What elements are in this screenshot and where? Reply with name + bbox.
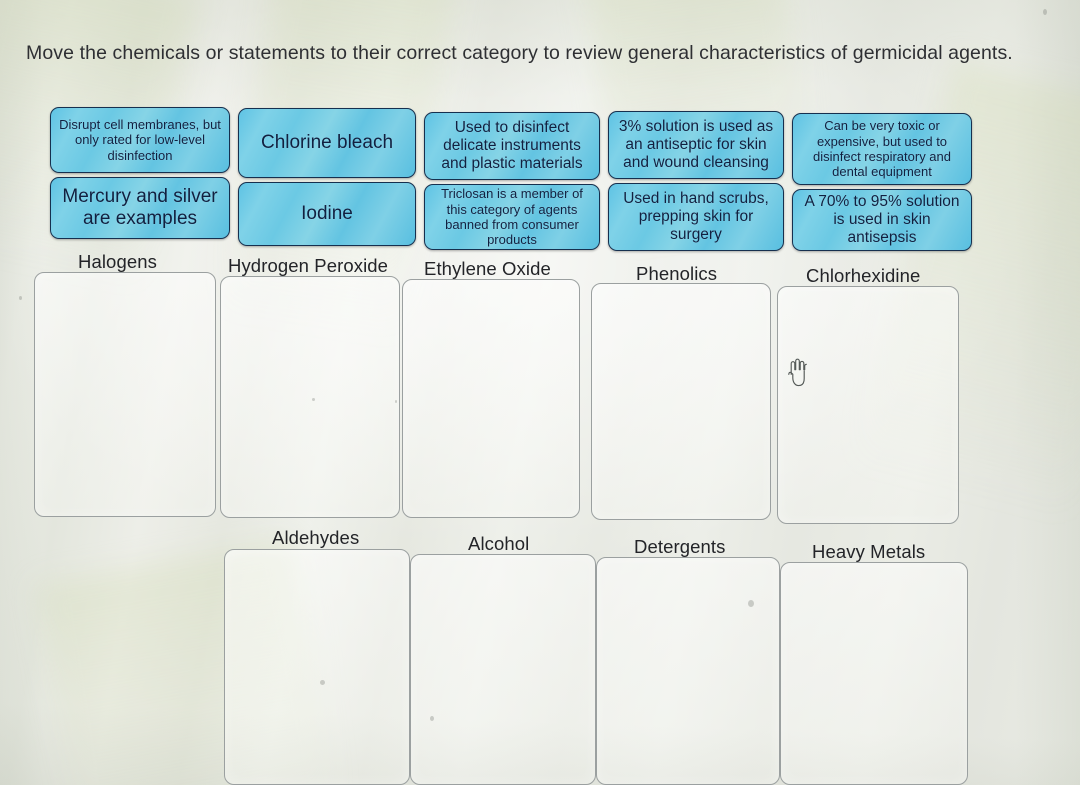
tile-disrupt-cell-membranes[interactable]: Disrupt cell membranes, but only rated f… bbox=[50, 107, 230, 173]
tile-iodine[interactable]: Iodine bbox=[238, 182, 416, 246]
dropzone-aldehydes[interactable] bbox=[224, 549, 410, 785]
tile-3-percent-solution[interactable]: 3% solution is used as an antiseptic for… bbox=[608, 111, 784, 179]
category-label-alcohol: Alcohol bbox=[468, 533, 530, 554]
tile-triclosan[interactable]: Triclosan is a member of this category o… bbox=[424, 184, 600, 250]
dropzone-hydrogen-peroxide[interactable] bbox=[220, 276, 400, 518]
activity-stage: Move the chemicals or statements to thei… bbox=[0, 0, 1080, 785]
dropzone-halogens[interactable] bbox=[34, 272, 216, 517]
dropzone-phenolics[interactable] bbox=[591, 283, 771, 520]
tile-very-toxic-expensive[interactable]: Can be very toxic or expensive, but used… bbox=[792, 113, 972, 185]
category-label-chlorhexidine: Chlorhexidine bbox=[806, 265, 921, 286]
tile-used-in-hand-scrubs[interactable]: Used in hand scrubs, prepping skin for s… bbox=[608, 183, 784, 251]
dropzone-chlorhexidine[interactable] bbox=[777, 286, 959, 524]
tile-used-to-disinfect[interactable]: Used to disinfect delicate instruments a… bbox=[424, 112, 600, 180]
category-label-detergents: Detergents bbox=[634, 536, 726, 557]
category-label-hydrogen-peroxide: Hydrogen Peroxide bbox=[228, 255, 389, 276]
dropzone-heavy-metals[interactable] bbox=[780, 562, 968, 785]
category-label-heavy-metals: Heavy Metals bbox=[812, 541, 926, 562]
dropzone-detergents[interactable] bbox=[596, 557, 780, 785]
tile-chlorine-bleach[interactable]: Chlorine bleach bbox=[238, 108, 416, 178]
category-label-halogens: Halogens bbox=[78, 251, 157, 272]
tile-mercury-and-silver[interactable]: Mercury and silver are examples bbox=[50, 177, 230, 239]
dropzone-ethylene-oxide[interactable] bbox=[402, 279, 580, 518]
dropzone-alcohol[interactable] bbox=[410, 554, 596, 785]
category-label-phenolics: Phenolics bbox=[636, 263, 718, 284]
dust-speck bbox=[19, 296, 22, 300]
category-label-aldehydes: Aldehydes bbox=[272, 527, 360, 548]
dust-speck bbox=[1043, 9, 1047, 15]
page-title: Move the chemicals or statements to thei… bbox=[26, 42, 1013, 64]
category-label-ethylene-oxide: Ethylene Oxide bbox=[424, 258, 551, 279]
tile-70-to-95-percent[interactable]: A 70% to 95% solution is used in skin an… bbox=[792, 189, 972, 251]
